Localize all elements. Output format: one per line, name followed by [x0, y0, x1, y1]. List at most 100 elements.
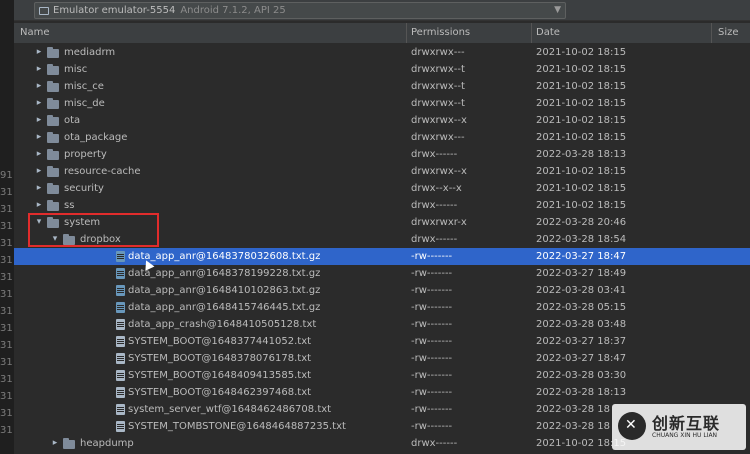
text-file-icon — [116, 370, 125, 381]
archive-file-icon — [116, 302, 125, 313]
file-permissions: -rw------- — [411, 404, 453, 415]
file-name: SYSTEM_BOOT@1648377441052.txt — [128, 336, 312, 347]
file-permissions: -rw------- — [411, 421, 453, 432]
tree-file-row[interactable]: data_app_anr@1648378032608.txt.gz -rw----… — [14, 248, 750, 265]
column-size[interactable]: Size — [718, 27, 739, 38]
column-date[interactable]: Date — [536, 27, 560, 38]
chevron-right-icon[interactable]: ▸ — [34, 146, 44, 163]
file-permissions: drwxrwx--- — [411, 47, 465, 58]
file-name: SYSTEM_BOOT@1648409413585.txt — [128, 370, 312, 381]
archive-file-icon — [116, 251, 125, 262]
file-permissions: -rw------- — [411, 302, 453, 313]
file-permissions: -rw------- — [411, 251, 453, 262]
device-combo[interactable]: Emulator emulator-5554 Android 7.1.2, AP… — [34, 2, 566, 19]
tree-file-row[interactable]: data_app_anr@1648415746445.txt.gz -rw----… — [14, 299, 750, 316]
chevron-right-icon[interactable]: ▸ — [34, 180, 44, 197]
file-permissions: drwx--x--x — [411, 183, 462, 194]
file-permissions: drwxrwx--t — [411, 64, 465, 75]
file-permissions: drwxrwxr-x — [411, 217, 467, 228]
file-permissions: -rw------- — [411, 336, 453, 347]
folder-icon — [47, 149, 59, 160]
chevron-right-icon[interactable]: ▸ — [50, 435, 60, 452]
file-date: 2022-03-28 20:46 — [536, 217, 627, 228]
text-file-icon — [116, 421, 125, 432]
file-name: security — [64, 183, 104, 194]
column-divider[interactable] — [406, 23, 407, 43]
folder-icon — [47, 47, 59, 58]
tree-file-row[interactable]: SYSTEM_BOOT@1648378076178.txt -rw------- 2… — [14, 350, 750, 367]
tree-folder-row[interactable]: ▸ security drwx--x--x 2021-10-02 18:15 — [14, 180, 750, 197]
gutter-number: 31 — [0, 340, 13, 351]
file-date: 2022-03-28 03:48 — [536, 319, 627, 330]
gutter-number: 31 — [0, 357, 13, 368]
chevron-right-icon[interactable]: ▸ — [34, 61, 44, 78]
chevron-right-icon[interactable]: ▸ — [34, 78, 44, 95]
device-selector-bar: Emulator emulator-5554 Android 7.1.2, AP… — [14, 0, 750, 21]
chevron-right-icon[interactable]: ▸ — [34, 44, 44, 61]
file-name: misc — [64, 64, 88, 75]
gutter-number: 31 — [0, 187, 13, 198]
file-date: 2022-03-28 18:13 — [536, 149, 627, 160]
file-name: SYSTEM_BOOT@1648378076178.txt — [128, 353, 312, 364]
file-date: 2021-10-02 18:15 — [536, 81, 627, 92]
tree-file-row[interactable]: data_app_anr@1648410102863.txt.gz -rw----… — [14, 282, 750, 299]
tree-folder-row[interactable]: ▸ mediadrm drwxrwx--- 2021-10-02 18:15 — [14, 44, 750, 61]
folder-icon — [47, 64, 59, 75]
tree-file-row[interactable]: data_app_crash@1648410505128.txt -rw-----… — [14, 316, 750, 333]
tree-folder-row[interactable]: ▸ ss drwx------ 2021-10-02 18:15 — [14, 197, 750, 214]
tree-folder-row[interactable]: ▸ ota drwxrwx--x 2021-10-02 18:15 — [14, 112, 750, 129]
gutter-number: 31 — [0, 255, 13, 266]
annotation-highlight — [28, 213, 159, 247]
column-divider[interactable] — [711, 23, 712, 43]
file-name: ota — [64, 115, 81, 126]
file-date: 2022-03-27 18:49 — [536, 268, 627, 279]
folder-icon — [47, 98, 59, 109]
file-permissions: -rw------- — [411, 387, 453, 398]
tree-file-row[interactable]: SYSTEM_BOOT@1648377441052.txt -rw------- 2… — [14, 333, 750, 350]
file-name: data_app_anr@1648378032608.txt.gz — [128, 251, 321, 262]
file-date: 2021-10-02 18:15 — [536, 115, 627, 126]
column-divider[interactable] — [531, 23, 532, 43]
tree-folder-row[interactable]: ▸ property drwx------ 2022-03-28 18:13 — [14, 146, 750, 163]
tree-folder-row[interactable]: ▸ misc_ce drwxrwx--t 2021-10-02 18:15 — [14, 78, 750, 95]
tree-file-row[interactable]: data_app_anr@1648378199228.txt.gz -rw----… — [14, 265, 750, 282]
tree-folder-row[interactable]: ▸ misc_de drwxrwx--t 2021-10-02 18:15 — [14, 95, 750, 112]
tree-file-row[interactable]: SYSTEM_BOOT@1648409413585.txt -rw------- 2… — [14, 367, 750, 384]
file-date: 2022-03-28 05:15 — [536, 302, 627, 313]
file-name: data_app_anr@1648378199228.txt.gz — [128, 268, 321, 279]
tree-folder-row[interactable]: ▸ resource-cache drwxrwx--x 2021-10-02 18:1… — [14, 163, 750, 180]
file-date: 2021-10-02 18:15 — [536, 98, 627, 109]
phone-icon — [39, 6, 49, 15]
chevron-right-icon[interactable]: ▸ — [34, 129, 44, 146]
gutter-number: 31 — [0, 289, 13, 300]
archive-file-icon — [116, 268, 125, 279]
column-name[interactable]: Name — [20, 27, 50, 38]
chevron-right-icon[interactable]: ▸ — [34, 95, 44, 112]
file-name: data_app_anr@1648415746445.txt.gz — [128, 302, 321, 313]
file-name: resource-cache — [64, 166, 141, 177]
tree-folder-row[interactable]: ▸ misc drwxrwx--t 2021-10-02 18:15 — [14, 61, 750, 78]
file-date: 2021-10-02 18:15 — [536, 183, 627, 194]
file-permissions: -rw------- — [411, 268, 453, 279]
gutter-number: 31 — [0, 323, 13, 334]
column-permissions[interactable]: Permissions — [411, 27, 470, 38]
gutter-number: 31 — [0, 272, 13, 283]
chevron-right-icon[interactable]: ▸ — [34, 163, 44, 180]
archive-file-icon — [116, 285, 125, 296]
watermark-title: 创新互联 — [652, 414, 721, 433]
file-date: 2021-10-02 18:15 — [536, 200, 627, 211]
file-date: 2022-03-28 18 — [536, 421, 611, 432]
folder-icon — [47, 115, 59, 126]
file-permissions: drwxrwx--t — [411, 98, 465, 109]
file-name: SYSTEM_TOMBSTONE@1648464887235.txt — [128, 421, 346, 432]
chevron-right-icon[interactable]: ▸ — [34, 112, 44, 129]
tree-folder-row[interactable]: ▸ ota_package drwxrwx--- 2021-10-02 18:15 — [14, 129, 750, 146]
gutter-number: 31 — [0, 306, 13, 317]
chevron-right-icon[interactable]: ▸ — [34, 197, 44, 214]
file-name: data_app_anr@1648410102863.txt.gz — [128, 285, 321, 296]
file-name: SYSTEM_BOOT@1648462397468.txt — [128, 387, 312, 398]
file-permissions: drwx------ — [411, 200, 458, 211]
file-name: misc_de — [64, 98, 105, 109]
tree-file-row[interactable]: SYSTEM_BOOT@1648462397468.txt -rw------- 2… — [14, 384, 750, 401]
text-file-icon — [116, 404, 125, 415]
